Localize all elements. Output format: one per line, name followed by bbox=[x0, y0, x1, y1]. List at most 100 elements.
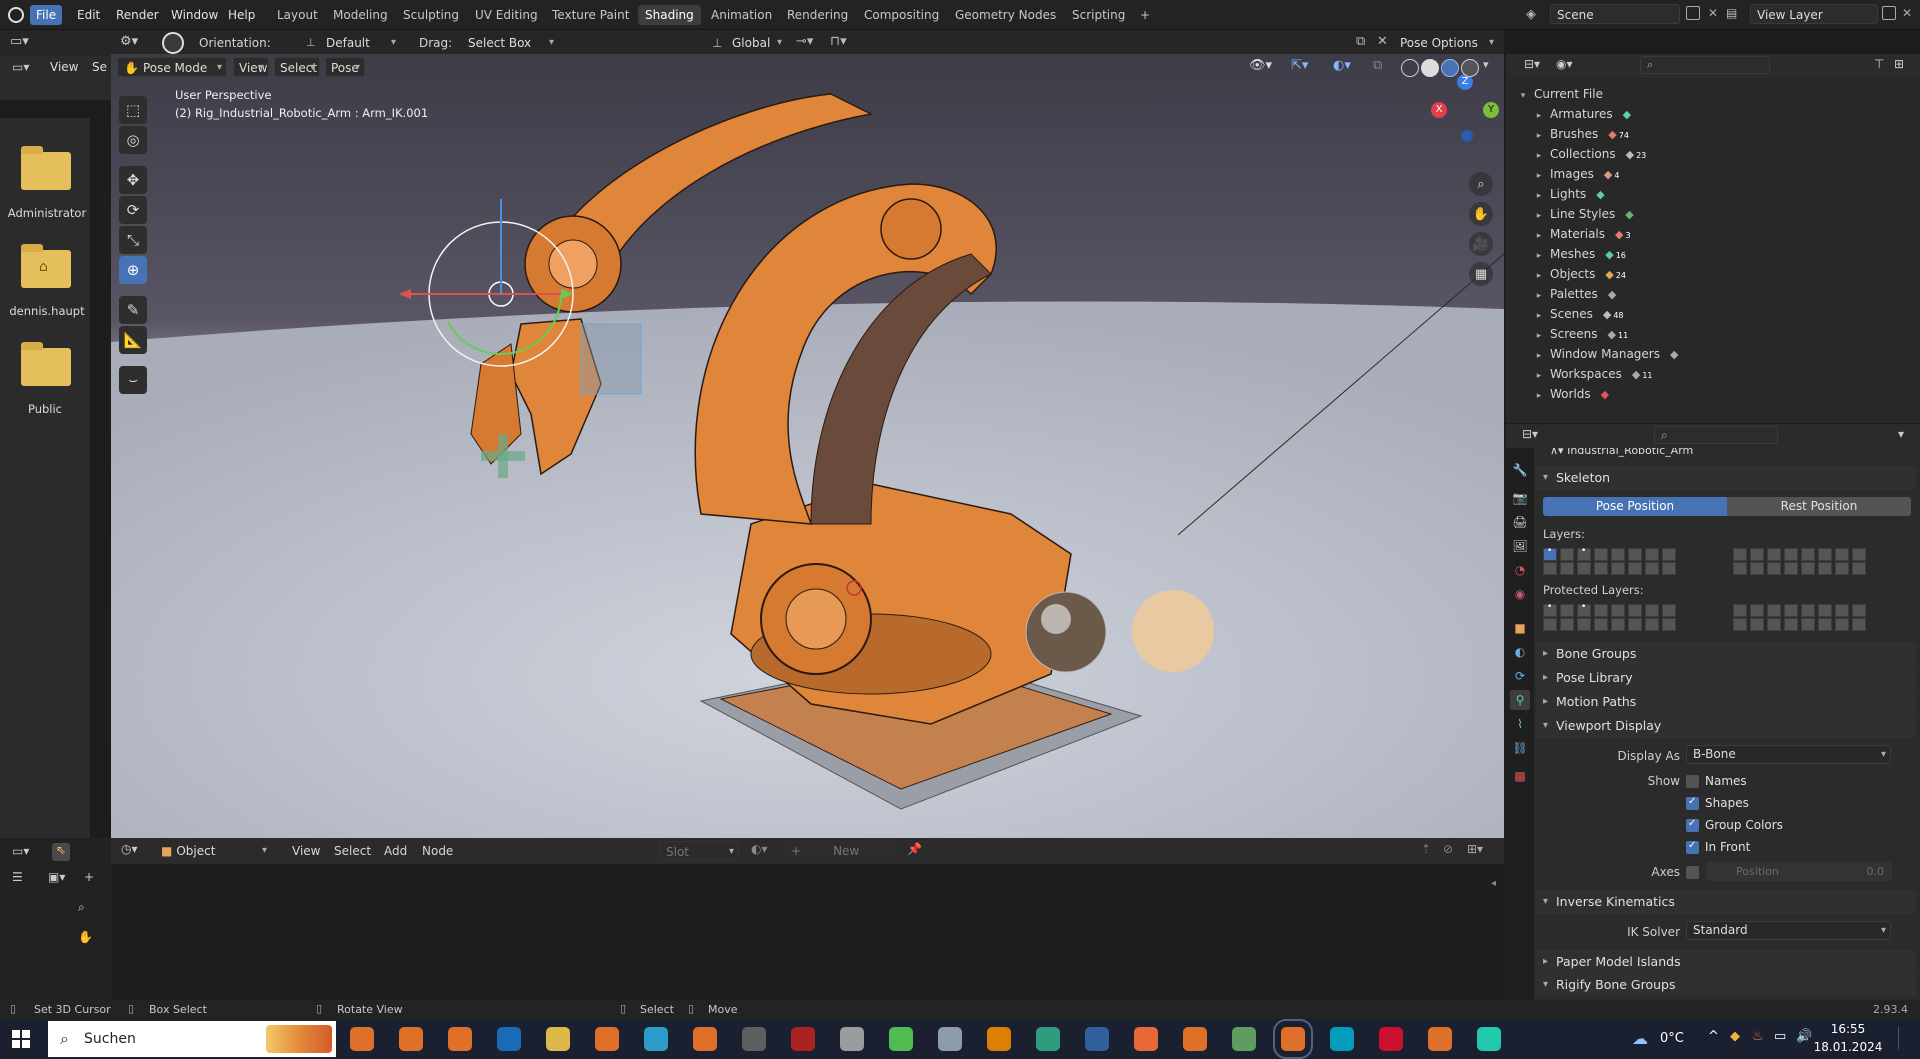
pin-icon[interactable]: 📌 bbox=[907, 842, 922, 856]
bone-tab-icon[interactable]: ⌇ bbox=[1510, 714, 1530, 734]
layer-toggle[interactable] bbox=[1852, 618, 1866, 631]
layer-toggle[interactable] bbox=[1767, 562, 1781, 575]
transform-tool[interactable]: ⊕ bbox=[119, 256, 147, 284]
taskbar-time[interactable]: 16:55 bbox=[1816, 1022, 1880, 1036]
add-icon[interactable]: + bbox=[84, 870, 94, 884]
layer-toggle[interactable] bbox=[1750, 562, 1764, 575]
transform-orientation-dropdown[interactable]: Global bbox=[726, 33, 786, 53]
obs-icon[interactable] bbox=[742, 1027, 766, 1051]
tray-flame-icon[interactable]: ♨ bbox=[1752, 1029, 1764, 1044]
outliner-item-worlds[interactable]: ▸ Worlds ◆ bbox=[1528, 384, 1611, 404]
view-menu[interactable]: View bbox=[233, 57, 269, 78]
file-item-dennis-haupt[interactable]: dennis.haupt bbox=[2, 304, 92, 318]
rest-position-button[interactable]: Rest Position bbox=[1727, 497, 1911, 516]
tab-modeling[interactable]: Modeling bbox=[326, 5, 395, 25]
pose-position-button[interactable]: Pose Position bbox=[1543, 497, 1727, 516]
scale-tool[interactable]: ⤡ bbox=[119, 226, 147, 254]
camera-view-icon[interactable]: 🎥 bbox=[1469, 232, 1493, 256]
layer-toggle[interactable] bbox=[1560, 562, 1574, 575]
properties-editor-type-icon[interactable]: ⊟▾ bbox=[1522, 427, 1538, 441]
notepad-icon[interactable] bbox=[1036, 1027, 1060, 1051]
material-shading-icon[interactable] bbox=[1441, 59, 1459, 77]
gizmo-neg-z-axis[interactable] bbox=[1461, 130, 1473, 142]
layer-toggle[interactable] bbox=[1818, 548, 1832, 561]
modifier-tab-icon[interactable]: ◐ bbox=[1510, 642, 1530, 662]
weather-cloud-icon[interactable]: ☁ bbox=[1632, 1029, 1648, 1048]
layer-toggle[interactable] bbox=[1750, 548, 1764, 561]
wireframe-shading-icon[interactable] bbox=[1401, 59, 1419, 77]
armature-data-tab-icon[interactable]: ⚲ bbox=[1510, 690, 1530, 710]
outlook-icon[interactable] bbox=[497, 1027, 521, 1051]
layer-toggle[interactable] bbox=[1594, 562, 1608, 575]
node-add-menu[interactable]: Add bbox=[379, 841, 412, 861]
layer-toggle[interactable] bbox=[1611, 562, 1625, 575]
display-mode-icon[interactable]: ◉▾ bbox=[1556, 57, 1573, 71]
outliner-item-scenes[interactable]: ▸ Scenes ◆ 48 bbox=[1528, 304, 1624, 324]
motion-paths-panel-header[interactable]: Motion Paths bbox=[1536, 690, 1916, 714]
navigation-gizmo[interactable]: Z Y X bbox=[1431, 74, 1501, 144]
layer-toggle[interactable] bbox=[1801, 604, 1815, 617]
layer-toggle[interactable] bbox=[1543, 618, 1557, 631]
xmind-icon[interactable] bbox=[889, 1027, 913, 1051]
file-select-menu[interactable]: Se bbox=[92, 60, 107, 74]
menu-window[interactable]: Window bbox=[165, 5, 224, 25]
expand-arrow-icon[interactable]: ▸ bbox=[1528, 266, 1550, 286]
blender-icon[interactable] bbox=[1183, 1027, 1207, 1051]
taskbar-date[interactable]: 18.01.2024 bbox=[1808, 1040, 1888, 1054]
layer-toggle[interactable] bbox=[1835, 548, 1849, 561]
paper-model-islands-panel-header[interactable]: Paper Model Islands bbox=[1536, 950, 1916, 974]
tool-tab-icon[interactable]: 🔧 bbox=[1510, 460, 1530, 480]
layer-toggle[interactable] bbox=[1801, 618, 1815, 631]
sidebar-toggle-icon[interactable]: ◂ bbox=[1491, 878, 1496, 889]
scene-icon[interactable]: ◈ bbox=[1526, 7, 1536, 22]
layer-toggle[interactable] bbox=[1818, 618, 1832, 631]
overlay-node-icon[interactable]: ⊞▾ bbox=[1467, 842, 1483, 856]
new-collection-icon[interactable]: ⊞ bbox=[1894, 57, 1904, 71]
expand-arrow-icon[interactable]: ▸ bbox=[1528, 326, 1550, 346]
layer-toggle[interactable] bbox=[1801, 562, 1815, 575]
opera-icon[interactable] bbox=[1379, 1027, 1403, 1051]
bone-constraint-tab-icon[interactable]: ⛓ bbox=[1510, 738, 1530, 758]
notes-icon[interactable] bbox=[1477, 1027, 1501, 1051]
outliner-item-line-styles[interactable]: ▸ Line Styles ◆ bbox=[1528, 204, 1636, 224]
layer-toggle[interactable] bbox=[1818, 562, 1832, 575]
file-view-menu[interactable]: View bbox=[50, 60, 78, 74]
perspective-grid-icon[interactable]: ▦ bbox=[1469, 262, 1493, 286]
vlc-icon[interactable] bbox=[987, 1027, 1011, 1051]
layer-toggle[interactable] bbox=[1594, 548, 1608, 561]
tray-app-icon[interactable]: ◆ bbox=[1730, 1029, 1740, 1044]
expand-arrow-icon[interactable]: ▸ bbox=[1528, 386, 1550, 406]
outliner-item-meshes[interactable]: ▸ Meshes ◆ 16 bbox=[1528, 244, 1626, 264]
drag-dropdown[interactable]: Select Box bbox=[462, 33, 558, 53]
outliner-item-workspaces[interactable]: ▸ Workspaces ◆ 11 bbox=[1528, 364, 1653, 384]
annotate-tool[interactable]: ✎ bbox=[119, 296, 147, 324]
solid-shading-icon[interactable] bbox=[1421, 59, 1439, 77]
layer-toggle[interactable] bbox=[1628, 548, 1642, 561]
expand-arrow-icon[interactable]: ▸ bbox=[1528, 286, 1550, 306]
outliner-item-lights[interactable]: ▸ Lights ◆ bbox=[1528, 184, 1607, 204]
layer-toggle[interactable] bbox=[1560, 618, 1574, 631]
lower-editor-type-icon[interactable]: ▭▾ bbox=[12, 844, 29, 858]
layer-toggle[interactable] bbox=[1628, 604, 1642, 617]
outliner-item-images[interactable]: ▸ Images ◆ 4 bbox=[1528, 164, 1620, 184]
select-menu[interactable]: Select bbox=[274, 57, 320, 78]
move-tool[interactable]: ✥ bbox=[119, 166, 147, 194]
tab-rendering[interactable]: Rendering bbox=[780, 5, 855, 25]
close-scene-icon[interactable]: ✕ bbox=[1708, 6, 1718, 20]
image-editor-icon[interactable]: ▣▾ bbox=[48, 870, 65, 884]
menu-file[interactable]: File bbox=[30, 5, 63, 25]
expand-arrow-icon[interactable]: ▸ bbox=[1528, 226, 1550, 246]
skeleton-panel-header[interactable]: Skeleton bbox=[1536, 466, 1916, 490]
expand-arrow-icon[interactable]: ▸ bbox=[1528, 186, 1550, 206]
tab-shading[interactable]: Shading bbox=[638, 5, 701, 25]
rendered-shading-icon[interactable] bbox=[1461, 59, 1479, 77]
layer-toggle[interactable] bbox=[1662, 618, 1676, 631]
expand-arrow-icon[interactable]: ▸ bbox=[1528, 246, 1550, 266]
zoom-icon[interactable]: ⌕ bbox=[1469, 172, 1493, 196]
layer-toggle[interactable]: • bbox=[1577, 602, 1591, 617]
layer-toggle[interactable] bbox=[1733, 562, 1747, 575]
select-tweak-icon[interactable]: ⇖ bbox=[52, 843, 70, 861]
scene-selector[interactable]: Scene bbox=[1550, 4, 1680, 24]
texture-tab-icon[interactable]: ▩ bbox=[1510, 766, 1530, 786]
tab-compositing[interactable]: Compositing bbox=[857, 5, 946, 25]
